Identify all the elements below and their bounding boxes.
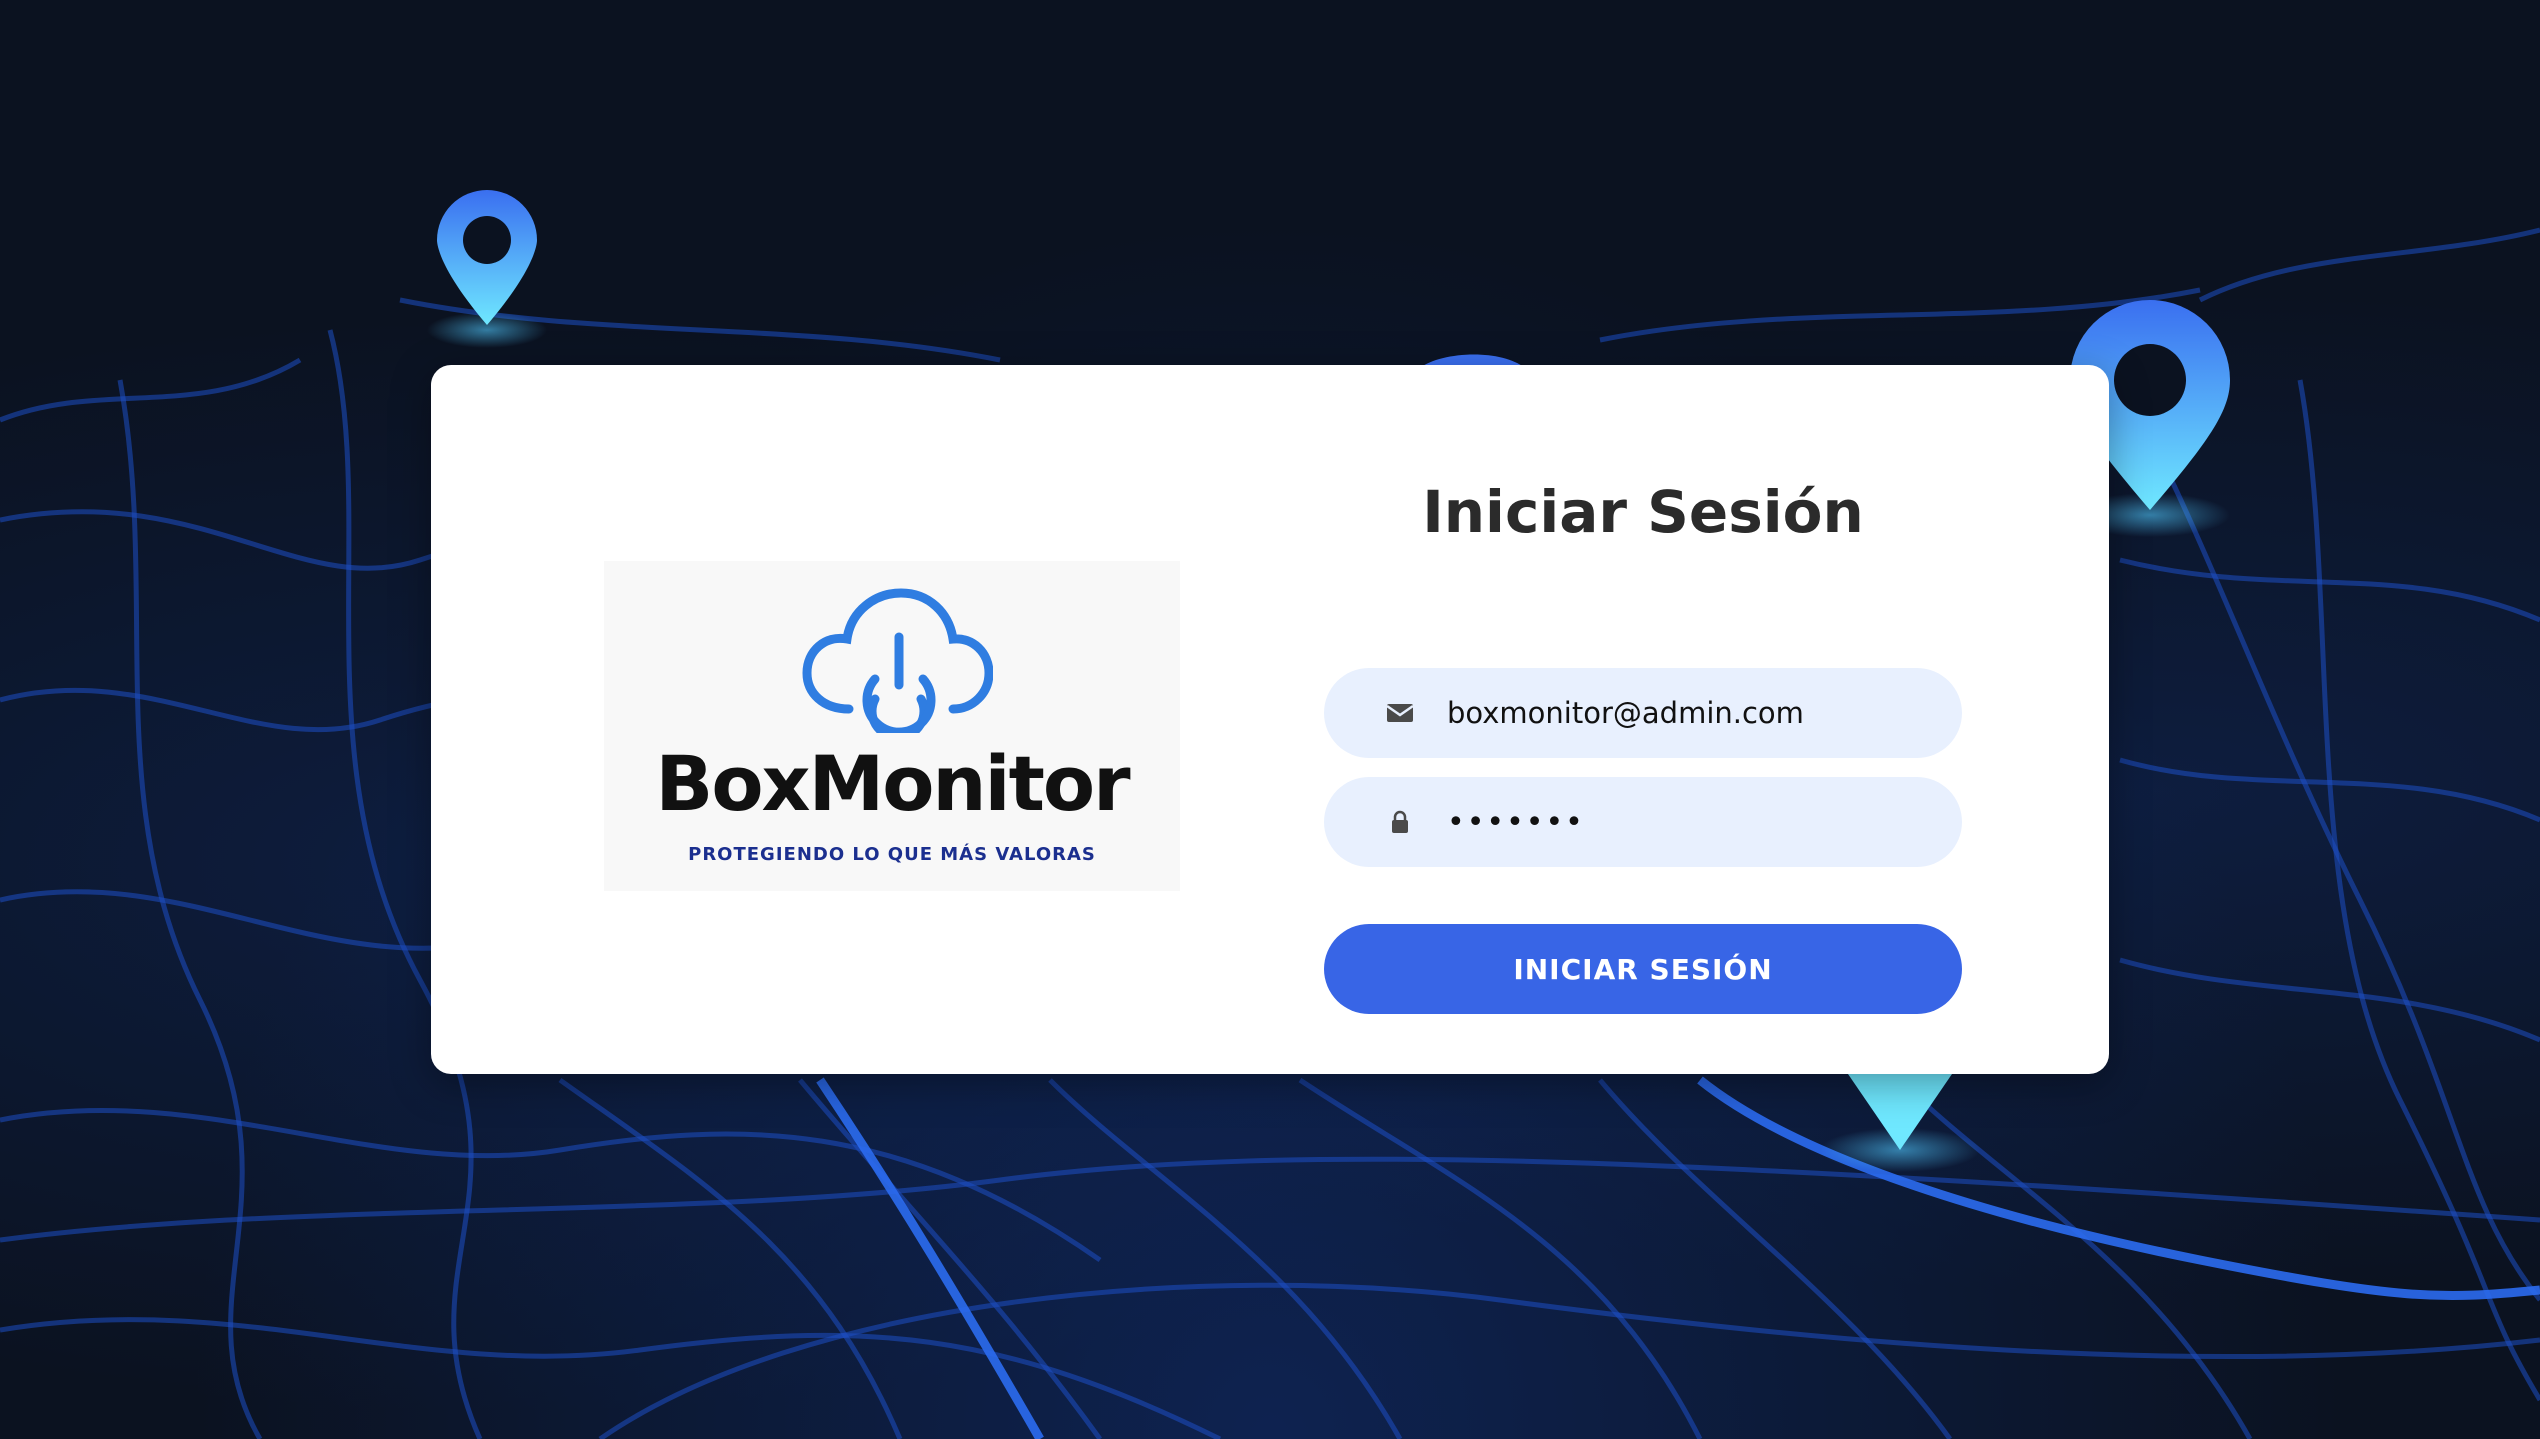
email-input[interactable] bbox=[1447, 668, 1927, 758]
map-pin-icon bbox=[427, 190, 547, 348]
password-field[interactable] bbox=[1324, 777, 1962, 867]
email-field[interactable] bbox=[1324, 668, 1962, 758]
lock-icon bbox=[1392, 810, 1408, 833]
login-card: BoxMonitor PROTEGIENDO LO QUE MÁS VALORA… bbox=[431, 365, 2109, 1074]
login-title: Iniciar Sesión bbox=[1422, 478, 1864, 546]
cloud-power-icon bbox=[802, 588, 993, 733]
brand-tagline: PROTEGIENDO LO QUE MÁS VALORAS bbox=[688, 844, 1096, 865]
map-pin-icon bbox=[1820, 1074, 1980, 1172]
envelope-icon bbox=[1386, 704, 1414, 722]
brand-name: BoxMonitor bbox=[655, 739, 1130, 828]
password-input[interactable] bbox=[1447, 777, 1927, 867]
login-button[interactable]: INICIAR SESIÓN bbox=[1324, 924, 1962, 1014]
brand-logo: BoxMonitor PROTEGIENDO LO QUE MÁS VALORA… bbox=[604, 561, 1180, 891]
